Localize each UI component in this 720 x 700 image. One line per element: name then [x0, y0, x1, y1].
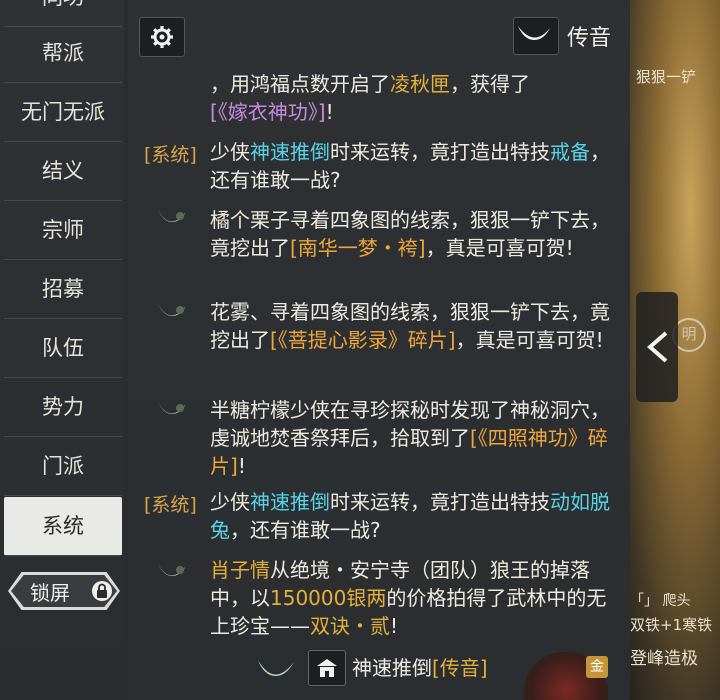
- message-text: ，真是可喜可贺!: [425, 236, 574, 260]
- panel-collapse-handle[interactable]: [636, 292, 678, 402]
- horn-icon: [156, 560, 188, 588]
- lock-screen-label: 锁屏: [30, 581, 70, 605]
- skill-link[interactable]: 戒备: [550, 140, 590, 164]
- message-text: 时来运转，竟打造出特技: [330, 490, 550, 514]
- horn-button[interactable]: [513, 17, 559, 55]
- world-caption-3: 登峰造极: [630, 649, 698, 669]
- horn-icon: [156, 206, 188, 234]
- house-icon: [317, 659, 337, 677]
- broadcast-label: 传音: [567, 26, 612, 51]
- message-text: 时来运转，竟打造出特技: [330, 140, 550, 164]
- chat-message: 半糖柠檬少侠在寻珍探秘时发现了神秘洞穴，虔诚地焚香祭拜后，拾取到了[《四照神功》…: [210, 396, 610, 480]
- item-link[interactable]: 双诀・贰: [310, 614, 390, 638]
- lock-screen-button[interactable]: 锁屏: [8, 572, 120, 610]
- message-text: ，用鸿福点数开启了: [210, 72, 390, 96]
- channel-item-no-sect[interactable]: 无门无派: [4, 83, 122, 142]
- world-caption-2: 双铁+1寒铁: [630, 616, 713, 634]
- chat-message: 少侠神速推倒时来运转，竟打造出特技动如脱兔，还有谁敢一战?: [210, 488, 610, 544]
- channel-item-sworn[interactable]: 结义: [4, 142, 122, 201]
- channel-item-sect[interactable]: 门派: [4, 437, 122, 496]
- padlock-icon: [92, 581, 112, 601]
- player-link[interactable]: 神速推倒: [250, 140, 330, 164]
- channel-item-recruit[interactable]: 招募: [4, 260, 122, 319]
- channel-item-0[interactable]: 同功: [4, 0, 122, 27]
- message-text: 少侠: [210, 140, 250, 164]
- item-link[interactable]: [南华一梦・袴]: [290, 236, 426, 260]
- channel-item-team[interactable]: 队伍: [4, 319, 122, 378]
- channel-item-faction[interactable]: 势力: [4, 378, 122, 437]
- message-text: !: [325, 100, 334, 124]
- world-caption-top: 狠狠一铲: [636, 68, 697, 86]
- horn-icon: [156, 300, 188, 328]
- message-text: 少侠: [210, 490, 250, 514]
- message-text: !: [390, 614, 399, 638]
- broadcast-sender[interactable]: 神速推倒[传音]: [352, 652, 488, 681]
- item-link[interactable]: [《嫁衣神功》]: [210, 100, 326, 124]
- message-text: ，获得了: [450, 72, 530, 96]
- chat-message: 橘个栗子寻着四象图的线索，狠狠一铲下去，竟挖出了[南华一梦・袴]，真是可喜可贺!: [210, 206, 610, 262]
- system-tag: [系统]: [144, 494, 197, 516]
- horn-icon: [156, 398, 188, 426]
- sender-channel: [传音]: [432, 656, 488, 680]
- chat-message: 肖子情从绝境・安宁寺（团队）狼王的掉落中，以150000银两的价格拍得了武林中的…: [210, 556, 610, 640]
- chat-message: 花雾、寻着四象图的线索，狠狠一铲下去，竟挖出了[《菩提心影录》碎片]，真是可喜可…: [210, 298, 610, 354]
- player-link[interactable]: 肖子情: [210, 558, 270, 582]
- item-link[interactable]: [《菩提心影录》碎片]: [270, 328, 456, 352]
- chat-message: 少侠神速推倒时来运转，竟打造出特技戒备，还有谁敢一战?: [210, 138, 610, 194]
- player-link[interactable]: 神速推倒: [250, 490, 330, 514]
- horn-icon: [258, 660, 294, 676]
- sender-name: 神速推倒: [352, 656, 432, 680]
- chevron-left-icon: [646, 331, 668, 363]
- price-text: 150000银两: [270, 586, 387, 610]
- system-tag: [系统]: [144, 144, 197, 166]
- horn-icon: [518, 26, 550, 40]
- home-button[interactable]: [308, 650, 346, 686]
- channel-item-system[interactable]: 系统: [4, 497, 122, 556]
- world-caption-1: 「」 爬头: [630, 593, 691, 609]
- channel-item-guild[interactable]: 帮派: [4, 24, 122, 83]
- item-link[interactable]: 凌秋匣: [390, 72, 450, 96]
- message-text: ，真是可喜可贺!: [455, 328, 604, 352]
- chat-message: ，用鸿福点数开启了凌秋匣，获得了 [《嫁衣神功》]!: [210, 70, 610, 126]
- message-text: !: [237, 454, 246, 478]
- message-text: ，还有谁敢一战?: [230, 518, 381, 542]
- rank-badge: 金: [586, 656, 608, 678]
- channel-item-master[interactable]: 宗师: [4, 201, 122, 260]
- settings-button[interactable]: [139, 17, 185, 57]
- gear-icon: [151, 26, 173, 48]
